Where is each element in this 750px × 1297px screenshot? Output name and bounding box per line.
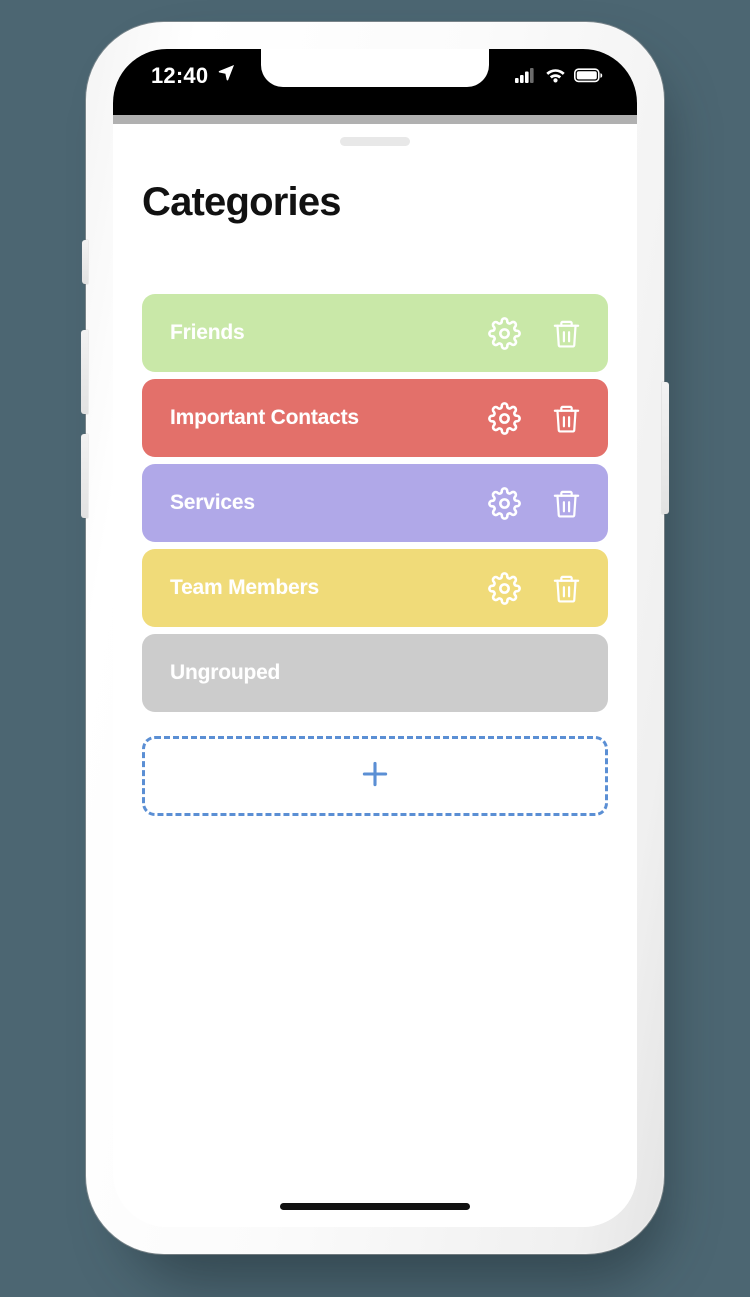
home-indicator[interactable] [280,1203,470,1210]
category-row-actions [486,570,584,606]
plus-icon [358,757,392,796]
status-bar-time: 12:40 [151,63,209,88]
signal-bars-icon [515,67,537,88]
volume-up-button[interactable] [81,330,88,414]
status-bar: 12:40 [113,49,637,115]
silence-switch-button[interactable] [82,240,88,284]
gear-icon[interactable] [486,400,522,436]
category-row-actions [486,400,584,436]
category-row-ungrouped[interactable]: Ungrouped [142,634,608,712]
category-row-important-contacts[interactable]: Important Contacts [142,379,608,457]
app-content: Categories Friends Important Contacts Se… [113,124,637,1227]
status-bar-underline [113,115,637,124]
category-label: Friends [170,321,245,344]
category-row-team-members[interactable]: Team Members [142,549,608,627]
category-row-friends[interactable]: Friends [142,294,608,372]
category-row-actions [486,315,584,351]
category-list: Friends Important Contacts Services Team… [142,294,608,719]
trash-icon[interactable] [548,570,584,606]
power-button[interactable] [662,382,669,514]
status-bar-indicators [515,67,603,88]
gear-icon[interactable] [486,485,522,521]
gear-icon[interactable] [486,570,522,606]
page-title: Categories [142,180,342,224]
category-label: Services [170,491,255,514]
wifi-icon [545,67,566,88]
phone-screen: 12:40 Categories Friends Important Conta… [113,49,637,1227]
sheet-drag-handle[interactable] [340,137,410,146]
category-row-actions [486,485,584,521]
gear-icon[interactable] [486,315,522,351]
category-label: Ungrouped [170,661,281,684]
phone-device-frame: 12:40 Categories Friends Important Conta… [81,22,669,1254]
add-category-button[interactable] [142,736,608,816]
category-label: Important Contacts [170,406,359,429]
display-notch [261,49,489,87]
trash-icon[interactable] [548,400,584,436]
category-label: Team Members [170,576,319,599]
battery-icon [574,67,603,88]
category-row-services[interactable]: Services [142,464,608,542]
volume-down-button[interactable] [81,434,88,518]
trash-icon[interactable] [548,485,584,521]
trash-icon[interactable] [548,315,584,351]
location-arrow-icon [217,63,236,87]
